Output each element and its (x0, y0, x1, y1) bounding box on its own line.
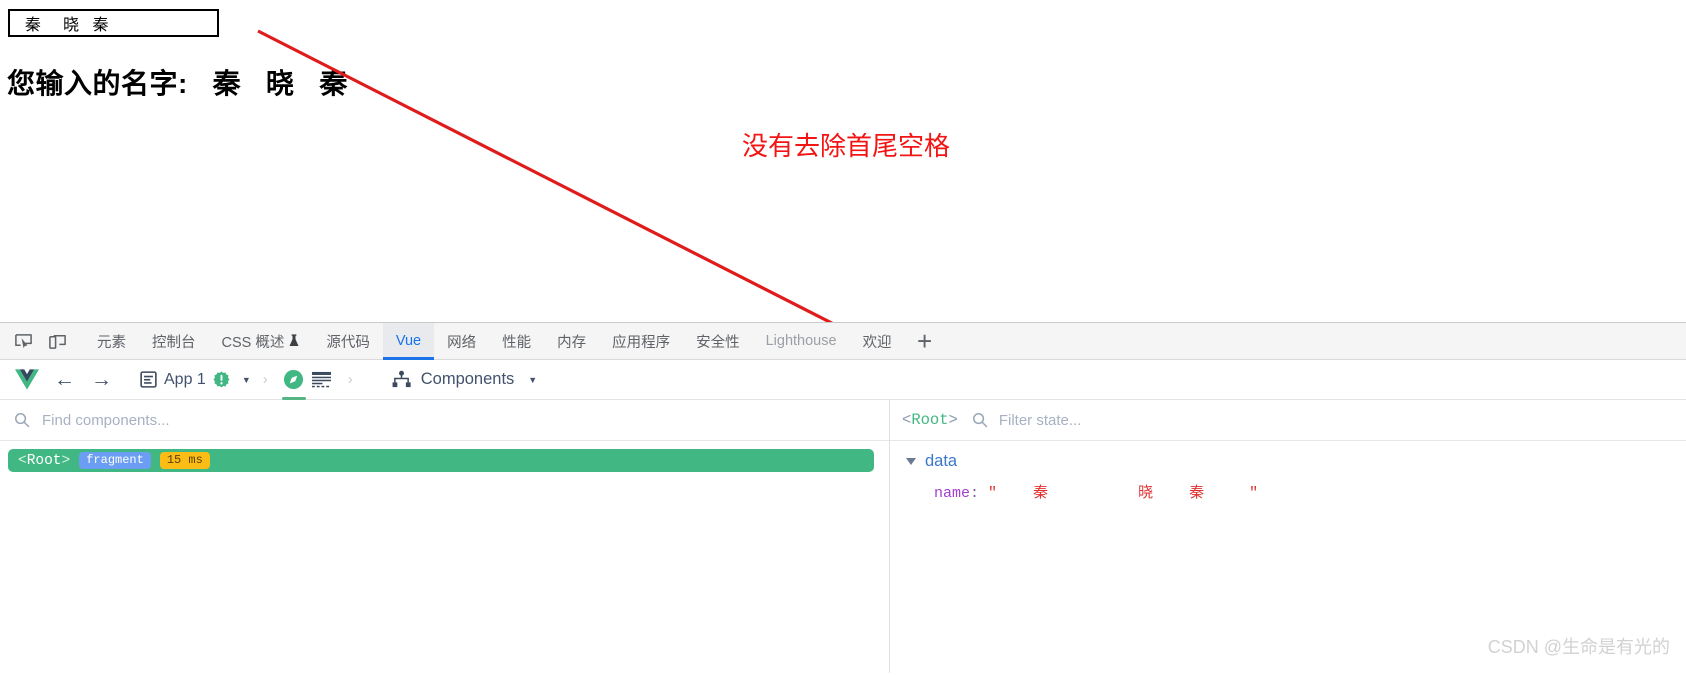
state-inspector-panel: <Root> data name: " 秦 (890, 400, 1686, 673)
tab-performance-label: 性能 (502, 334, 532, 351)
state-prop-name[interactable]: name: " 秦 晓 秦 " (890, 484, 1686, 504)
compass-icon[interactable] (280, 365, 308, 400)
annotation-label: 没有去除首尾空格 (742, 131, 951, 161)
tab-network-label: 网络 (447, 334, 477, 351)
app-label: App 1 (164, 370, 206, 388)
flask-icon (289, 334, 299, 346)
tab-sources-label: 源代码 (326, 334, 370, 351)
devtools-tab-list: 元素 控制台 CSS 概述 源代码 Vue 网络 性能 内存 应用程序 安全性 … (84, 323, 945, 360)
result-heading: 您输入的名字: 秦 晓 秦 (7, 68, 348, 99)
state-body: data name: " 秦 晓 秦 " (890, 441, 1686, 504)
device-toolbar-glyph (48, 334, 66, 349)
name-input[interactable] (8, 9, 219, 37)
state-header: <Root> (890, 400, 1686, 441)
tab-memory-label: 内存 (557, 334, 587, 351)
watermark: CSDN @生命是有光的 (1487, 637, 1670, 657)
inspect-element-icon[interactable] (6, 323, 40, 359)
devtools-panel: 元素 控制台 CSS 概述 源代码 Vue 网络 性能 内存 应用程序 安全性 … (0, 322, 1686, 675)
state-prop-colon: : (970, 485, 980, 502)
vue-nav-buttons: ← → (54, 369, 112, 390)
vue-devtools-toolbar: ← → App 1 ▼ › › Components ▼ (0, 360, 1686, 400)
device-toolbar-icon[interactable] (40, 323, 74, 359)
compass-glyph (284, 369, 304, 390)
inspect-element-glyph (14, 333, 32, 348)
vue-logo-icon (10, 369, 44, 390)
tab-vue[interactable]: Vue (382, 323, 435, 360)
tab-welcome[interactable]: 欢迎 (850, 323, 905, 359)
back-button[interactable]: ← (54, 369, 75, 390)
grid-icon[interactable] (308, 365, 336, 395)
tab-vue-label: Vue (395, 333, 422, 349)
app-dropdown-caret-icon[interactable]: ▼ (242, 375, 251, 385)
component-tree-panel: <Root> fragment 15 ms (0, 400, 890, 673)
tab-css-overview[interactable]: CSS 概述 (209, 323, 314, 359)
grid-glyph (312, 371, 332, 387)
state-filter-wrap (972, 410, 1686, 430)
state-filter-input[interactable] (996, 410, 1569, 430)
fragment-badge: fragment (79, 452, 151, 469)
tab-lighthouse-label: Lighthouse (765, 333, 837, 349)
vue-panels: <Root> fragment 15 ms <Root> (0, 400, 1686, 673)
add-tab-button[interactable]: + (905, 323, 945, 359)
components-tree-icon (392, 370, 411, 388)
tree-row-root[interactable]: <Root> fragment 15 ms (8, 449, 874, 472)
tree-row-tag: <Root> (18, 453, 70, 469)
render-time-badge: 15 ms (159, 452, 210, 469)
screenshot-root: 您输入的名字: 秦 晓 秦 没有去除首尾空格 (0, 0, 1686, 675)
state-root-name: Root (911, 411, 949, 429)
components-dropdown-caret-icon[interactable]: ▼ (528, 375, 537, 385)
forward-button[interactable]: → (91, 369, 112, 390)
tab-console[interactable]: 控制台 (139, 323, 209, 359)
toolbar-separator-2: › (347, 371, 353, 388)
tab-application[interactable]: 应用程序 (599, 323, 683, 359)
state-group-label: data (925, 452, 958, 470)
state-group-data[interactable]: data (890, 452, 1686, 471)
tree-tag-open-bracket: < (18, 452, 27, 469)
app-document-icon (140, 371, 157, 388)
state-prop-key: name (934, 485, 971, 502)
tab-lighthouse[interactable]: Lighthouse (753, 323, 850, 359)
tab-memory[interactable]: 内存 (544, 323, 599, 359)
tab-elements-label: 元素 (97, 334, 126, 351)
warning-badge-icon (213, 371, 230, 388)
state-prop-value: " 秦 晓 秦 " (988, 485, 1259, 502)
state-selected-component: <Root> (902, 411, 958, 429)
component-search-bar (0, 400, 889, 441)
component-search-input[interactable] (40, 410, 828, 430)
devtools-tabbar: 元素 控制台 CSS 概述 源代码 Vue 网络 性能 内存 应用程序 安全性 … (0, 322, 1686, 360)
chevron-down-icon[interactable] (906, 458, 916, 465)
tab-css-overview-label: CSS 概述 (221, 334, 285, 351)
filter-search-icon (972, 413, 988, 428)
component-tree: <Root> fragment 15 ms (0, 441, 889, 480)
browser-viewport: 您输入的名字: 秦 晓 秦 没有去除首尾空格 (0, 0, 1686, 322)
tab-welcome-label: 欢迎 (862, 334, 892, 351)
state-root-close-bracket: > (948, 411, 958, 429)
components-label: Components (420, 370, 515, 388)
tab-security-label: 安全性 (696, 334, 740, 351)
tree-tag-close-bracket: > (61, 452, 71, 469)
tab-elements[interactable]: 元素 (84, 323, 139, 359)
tree-tag-name: Root (26, 452, 62, 469)
vue-logo-glyph (15, 369, 39, 390)
components-selector[interactable]: Components ▼ (391, 370, 537, 389)
tab-security[interactable]: 安全性 (683, 323, 753, 359)
tab-performance[interactable]: 性能 (489, 323, 544, 359)
app-selector[interactable]: App 1 ▼ (140, 371, 251, 389)
tab-application-label: 应用程序 (612, 334, 671, 351)
state-root-open-bracket: < (902, 411, 912, 429)
search-icon (15, 413, 30, 428)
tab-console-label: 控制台 (152, 334, 196, 351)
toolbar-separator-1: › (262, 371, 268, 388)
tab-sources[interactable]: 源代码 (313, 323, 383, 359)
tab-network[interactable]: 网络 (434, 323, 489, 359)
